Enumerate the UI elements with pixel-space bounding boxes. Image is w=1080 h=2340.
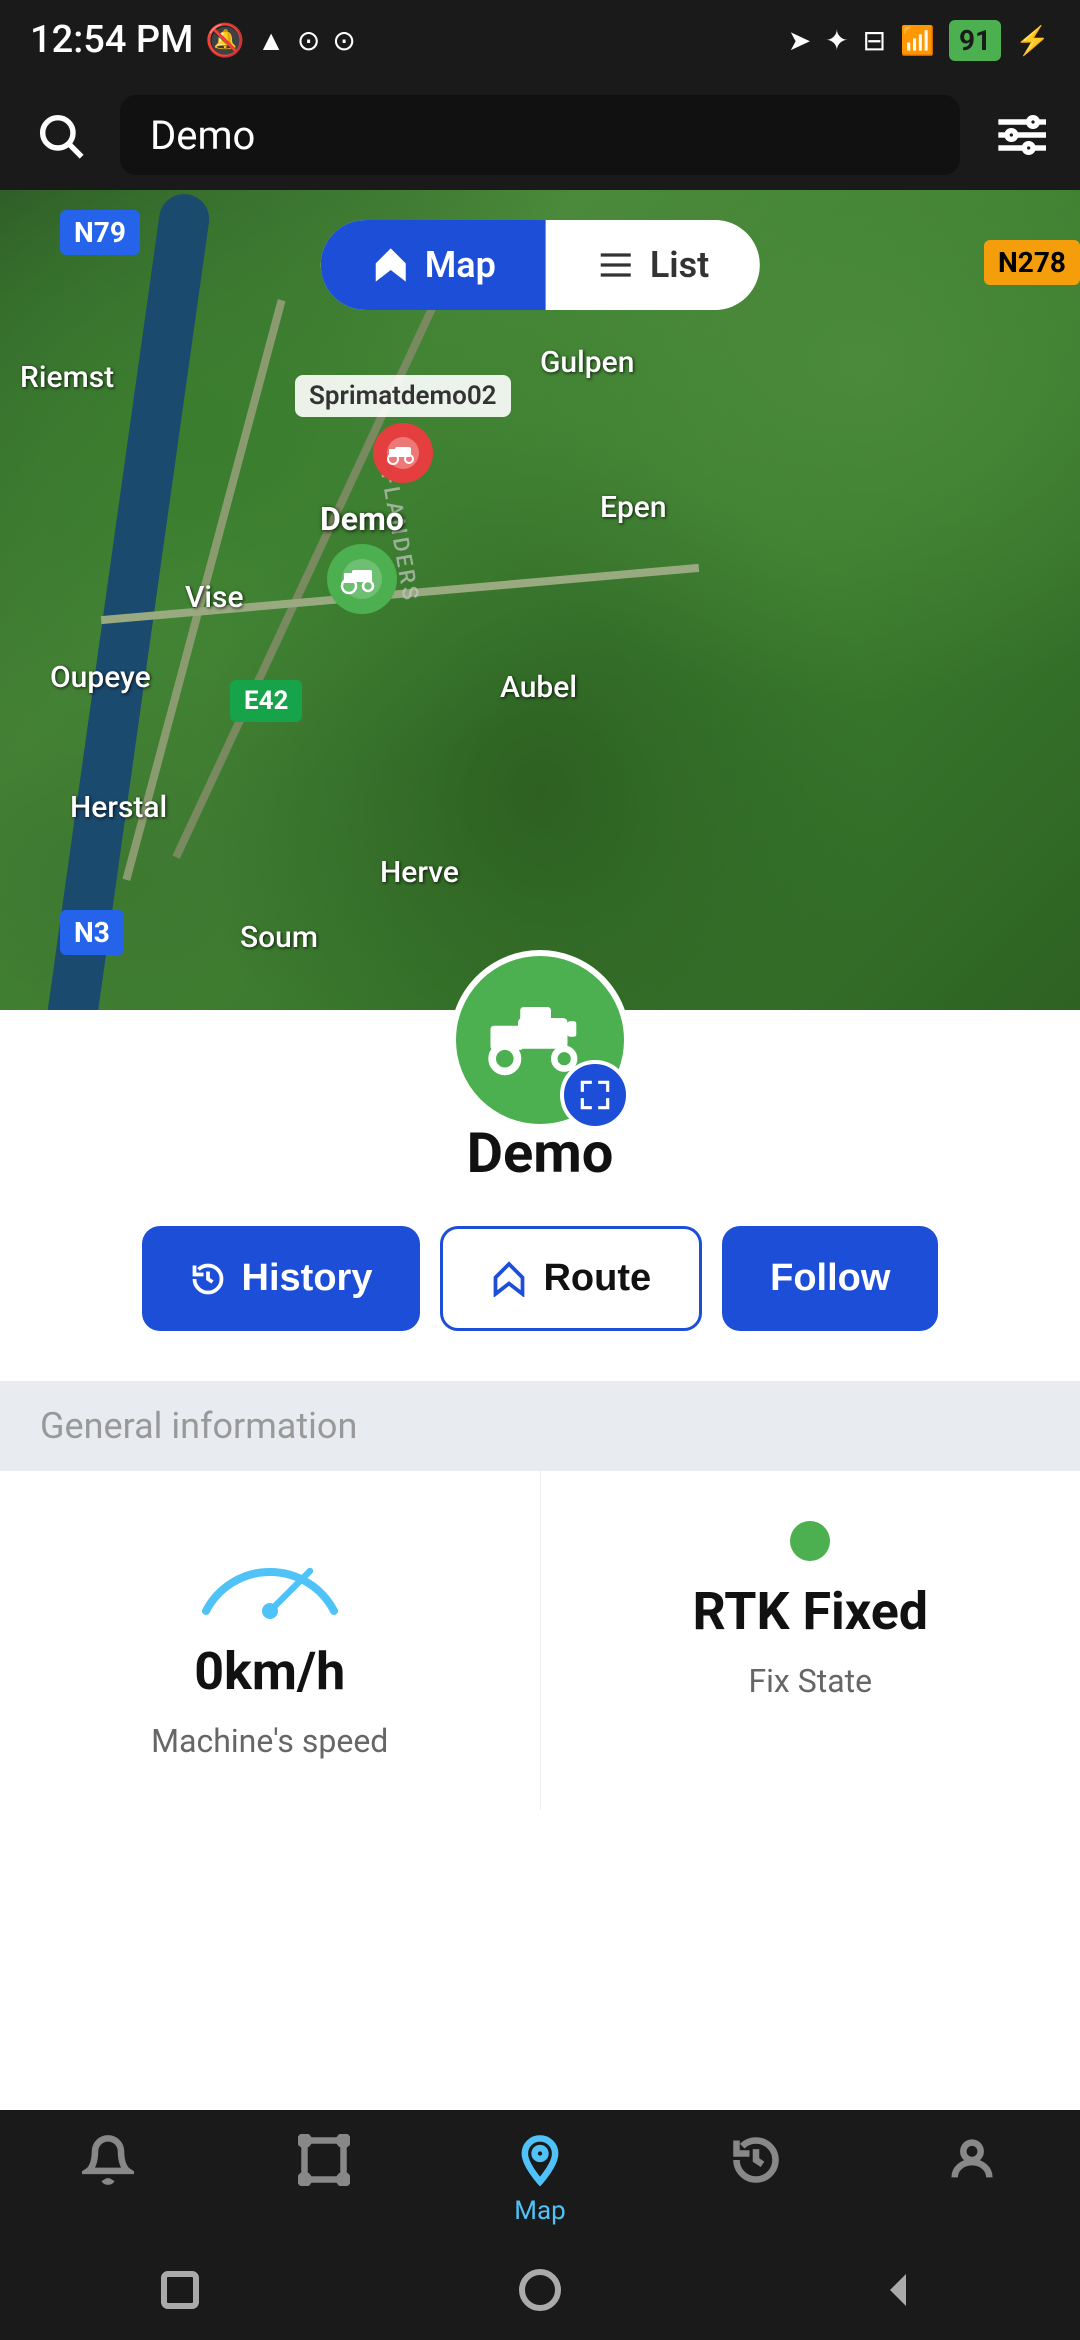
android-square-icon xyxy=(156,2266,204,2314)
place-soum: Soum xyxy=(240,920,318,955)
bluetooth-icon: ✦ xyxy=(825,24,848,57)
map-toggle[interactable]: Map List xyxy=(321,220,760,310)
bell-icon-container xyxy=(78,2130,138,2190)
sprimat-marker[interactable]: Sprimatdemo02 xyxy=(295,375,511,498)
general-info-title: General information xyxy=(40,1405,357,1447)
place-herve: Herve xyxy=(380,855,459,890)
circle2-icon: ⊙ xyxy=(332,24,355,57)
search-input[interactable]: Demo xyxy=(150,112,255,159)
map-nav-icon xyxy=(514,2134,566,2186)
history-icon xyxy=(190,1261,226,1297)
filter-button[interactable] xyxy=(980,95,1060,175)
search-button[interactable] xyxy=(20,95,100,175)
follow-button-label: Follow xyxy=(770,1257,890,1300)
fix-state-card: RTK Fixed Fix State xyxy=(541,1471,1080,1810)
profile-icon xyxy=(946,2134,998,2186)
map-area[interactable]: N79 N278 E42 N3 Riemst Gulpen Epen Vise … xyxy=(0,190,1080,1050)
badge-n278: N278 xyxy=(984,240,1080,285)
battery-level: 91 xyxy=(949,20,1001,61)
map-background: N79 N278 E42 N3 Riemst Gulpen Epen Vise … xyxy=(0,190,1080,1050)
list-tab-label: List xyxy=(650,244,709,286)
badge-n3: N3 xyxy=(60,910,124,955)
search-icon xyxy=(34,109,86,161)
fix-state-value: RTK Fixed xyxy=(692,1581,928,1642)
fix-state-label: Fix State xyxy=(748,1662,872,1700)
place-oupeye: Oupeye xyxy=(50,660,151,695)
follow-button[interactable]: Follow xyxy=(722,1226,938,1331)
navigation-icon: ▲ xyxy=(257,24,285,57)
badge-n79: N79 xyxy=(60,210,140,255)
nav-profile[interactable] xyxy=(942,2130,1002,2190)
bottom-nav: Map xyxy=(0,2110,1080,2240)
geofence-icon xyxy=(298,2134,350,2186)
expand-badge[interactable] xyxy=(560,1060,630,1130)
battery-low-icon: ⊟ xyxy=(863,24,886,57)
wifi-icon: 📶 xyxy=(900,24,935,57)
mute-icon: 🔕 xyxy=(205,21,245,59)
list-icon xyxy=(596,245,636,285)
red-pin-icon xyxy=(373,423,433,498)
route-button-label: Route xyxy=(543,1257,651,1300)
search-input-box[interactable]: Demo xyxy=(120,95,960,175)
speed-card: 0km/h Machine's speed xyxy=(0,1471,541,1810)
history-button[interactable]: History xyxy=(142,1226,421,1331)
route-button[interactable]: Route xyxy=(440,1226,702,1331)
map-tab[interactable]: Map xyxy=(321,220,546,310)
history-button-label: History xyxy=(242,1257,373,1300)
map-icon-container xyxy=(510,2130,570,2190)
location-icon: ➤ xyxy=(788,24,811,57)
geofence-icon-container xyxy=(294,2130,354,2190)
badge-e42: E42 xyxy=(230,680,302,722)
place-riemst: Riemst xyxy=(20,360,114,395)
status-bar: 12:54 PM 🔕 ▲ ⊙ ⊙ ➤ ✦ ⊟ 📶 91 ⚡ xyxy=(0,0,1080,80)
action-buttons: History Route Follow xyxy=(142,1226,939,1331)
nav-geofences[interactable] xyxy=(294,2130,354,2190)
nav-alerts[interactable] xyxy=(78,2130,138,2190)
route-icon xyxy=(491,1261,527,1297)
place-epen: Epen xyxy=(600,490,667,525)
demo-marker-label: Demo xyxy=(320,500,404,538)
android-square-button[interactable] xyxy=(150,2260,210,2320)
android-circle-icon xyxy=(516,2266,564,2314)
android-back-icon xyxy=(876,2266,924,2314)
place-gulpen: Gulpen xyxy=(540,345,634,380)
expand-icon xyxy=(576,1076,614,1114)
vehicle-panel: Demo History Route Follow xyxy=(0,1010,1080,2170)
nav-map[interactable]: Map xyxy=(510,2130,570,2226)
bell-icon xyxy=(82,2134,134,2186)
speedometer-icon xyxy=(190,1521,350,1621)
charging-icon: ⚡ xyxy=(1015,24,1050,57)
place-aubel: Aubel xyxy=(500,670,577,705)
speed-label: Machine's speed xyxy=(151,1722,388,1760)
sprimat-label: Sprimatdemo02 xyxy=(295,375,511,417)
profile-icon-container xyxy=(942,2130,1002,2190)
map-nav-label: Map xyxy=(514,2196,565,2226)
demo-marker[interactable]: Demo xyxy=(320,500,404,629)
info-cards: 0km/h Machine's speed RTK Fixed Fix Stat… xyxy=(0,1471,1080,1810)
place-herstal: Herstal xyxy=(70,790,167,825)
status-time: 12:54 PM xyxy=(30,18,193,62)
history-nav-icon-container xyxy=(726,2130,786,2190)
circle-icon: ⊙ xyxy=(297,24,320,57)
speed-value: 0km/h xyxy=(194,1641,345,1702)
vehicle-avatar-container xyxy=(450,950,630,1130)
map-tab-label: Map xyxy=(425,244,496,286)
list-tab[interactable]: List xyxy=(546,220,759,310)
filter-icon xyxy=(994,109,1046,161)
green-pin-icon xyxy=(327,544,397,629)
android-back-button[interactable] xyxy=(870,2260,930,2320)
search-bar: Demo xyxy=(0,80,1080,190)
android-nav-bar xyxy=(0,2240,1080,2340)
rtk-status-dot xyxy=(790,1521,830,1561)
history-nav-icon xyxy=(730,2134,782,2186)
navigation-icon xyxy=(371,245,411,285)
nav-history[interactable] xyxy=(726,2130,786,2190)
android-circle-button[interactable] xyxy=(510,2260,570,2320)
general-info-header: General information xyxy=(0,1381,1080,1471)
place-vise: Vise xyxy=(185,580,244,615)
